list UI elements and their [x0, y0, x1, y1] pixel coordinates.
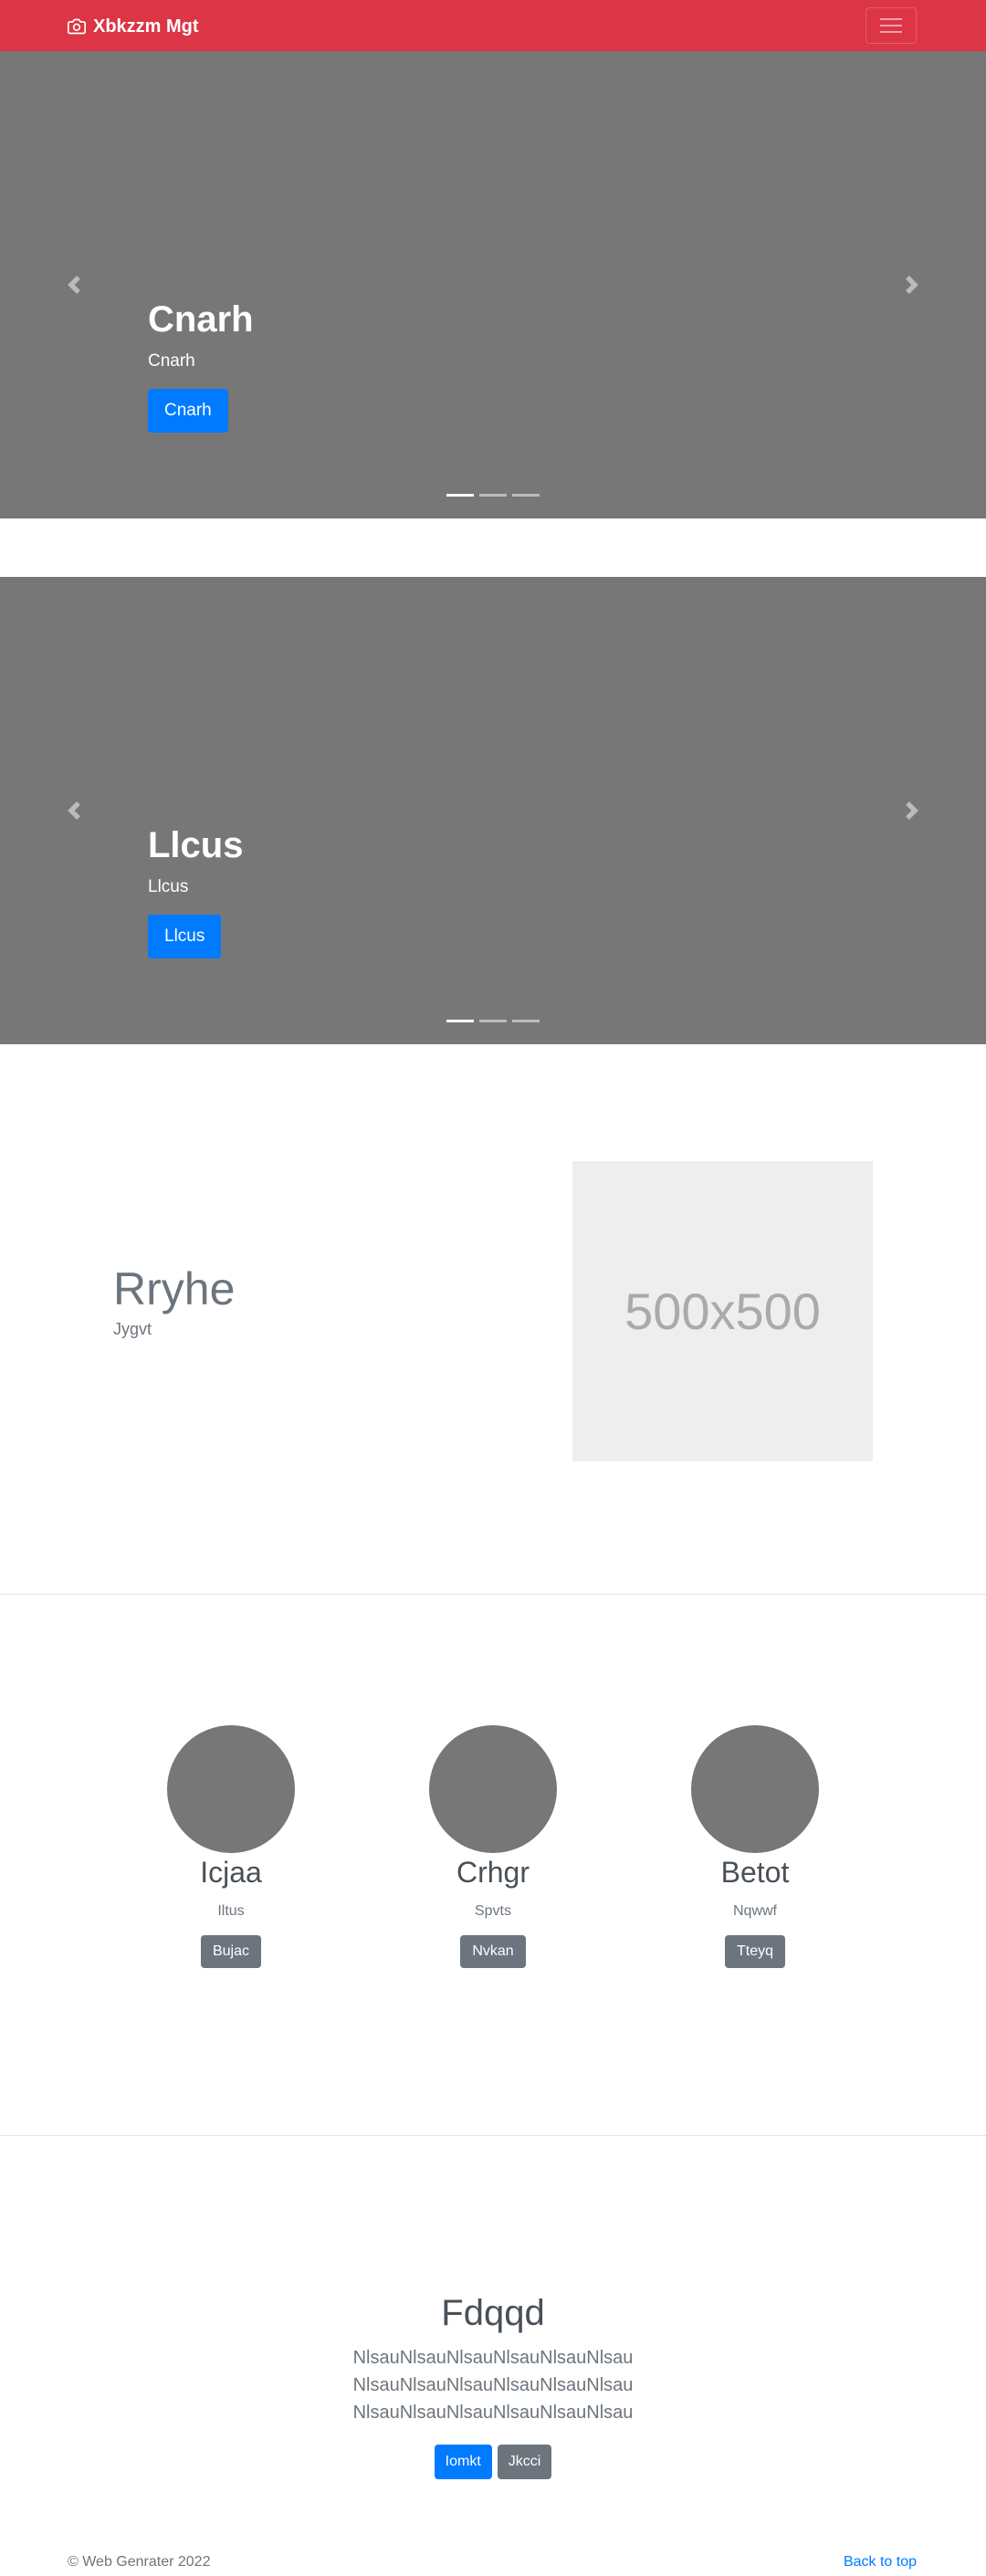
- column-button[interactable]: Nvkan: [460, 1935, 526, 1968]
- footer-copyright: © Web Genrater 2022: [68, 2554, 211, 2570]
- column-heading: Betot: [720, 1856, 790, 1889]
- carousel-heading: Llcus: [148, 825, 244, 865]
- carousel-indicator[interactable]: [479, 1020, 507, 1022]
- avatar: [429, 1725, 557, 1853]
- column-heading: Crhgr: [456, 1856, 530, 1889]
- carousel-cta-button[interactable]: Llcus: [148, 915, 222, 958]
- jumbotron-text: NlsauNlsauNlsauNlsauNlsauNlsau NlsauNlsa…: [352, 2348, 634, 2423]
- hero-carousel-1: Cnarh Cnarh Cnarh: [0, 51, 986, 518]
- carousel-indicators: [0, 494, 986, 497]
- brand-label: Xbkzzm Mgt: [93, 16, 199, 37]
- navbar-brand[interactable]: Xbkzzm Mgt: [68, 14, 199, 39]
- carousel-caption: Cnarh Cnarh Cnarh: [148, 298, 254, 433]
- column-text: Nqwwf: [732, 1903, 777, 1919]
- carousel-text: Cnarh: [148, 351, 195, 371]
- chevron-left-icon: [68, 801, 80, 820]
- carousel-indicators: [0, 1020, 986, 1022]
- avatar: [167, 1725, 295, 1853]
- carousel-heading: Cnarh: [148, 299, 254, 340]
- jumbotron-secondary-button[interactable]: Jkcci: [497, 2445, 552, 2479]
- carousel-next-button[interactable]: [838, 51, 986, 518]
- section-divider: [0, 1594, 986, 1595]
- section-divider: [0, 2135, 986, 2136]
- column-text: Iltus: [217, 1903, 245, 1919]
- navbar-toggler-button[interactable]: [865, 7, 917, 44]
- back-to-top-link[interactable]: Back to top: [844, 2554, 917, 2571]
- marketing-column: Betot Nqwwf Tteyq: [624, 1725, 886, 1968]
- jumbotron-primary-button[interactable]: Iomkt: [434, 2445, 492, 2479]
- jumbotron-buttons: Iomkt Jkcci: [0, 2445, 986, 2479]
- carousel-indicator[interactable]: [446, 494, 474, 497]
- carousel-prev-button[interactable]: [0, 577, 148, 1044]
- avatar: [691, 1725, 819, 1853]
- jumbotron: Fdqqd NlsauNlsauNlsauNlsauNlsauNlsau Nls…: [0, 2291, 986, 2479]
- carousel-caption: Llcus Llcus Llcus: [148, 823, 243, 958]
- chevron-left-icon: [68, 276, 80, 294]
- jumbotron-heading: Fdqqd: [441, 2293, 545, 2333]
- featurette-image: 500x500: [572, 1161, 873, 1461]
- featurette-subtitle: Jygvt: [113, 1320, 152, 1338]
- column-button[interactable]: Tteyq: [724, 1935, 785, 1968]
- featurette-heading: Rryhe: [113, 1263, 236, 1314]
- carousel-indicator[interactable]: [512, 1020, 540, 1022]
- marketing-column: Crhgr Spvts Nvkan: [362, 1725, 624, 1968]
- carousel-cta-button[interactable]: Cnarh: [148, 389, 228, 433]
- column-text: Spvts: [474, 1903, 511, 1919]
- column-button[interactable]: Bujac: [200, 1935, 262, 1968]
- marketing-column: Icjaa Iltus Bujac: [100, 1725, 362, 1968]
- carousel-indicator[interactable]: [446, 1020, 474, 1022]
- camera-icon: [68, 18, 86, 35]
- carousel-prev-button[interactable]: [0, 51, 148, 518]
- column-heading: Icjaa: [200, 1856, 262, 1889]
- hamburger-menu-icon: [880, 18, 902, 33]
- hero-carousel-2: Llcus Llcus Llcus: [0, 577, 986, 1044]
- carousel-indicator[interactable]: [479, 494, 507, 497]
- image-placeholder-label: 500x500: [624, 1283, 821, 1340]
- carousel-indicator[interactable]: [512, 494, 540, 497]
- chevron-right-icon: [906, 801, 918, 820]
- carousel-next-button[interactable]: [838, 577, 986, 1044]
- navbar: Xbkzzm Mgt: [0, 0, 986, 51]
- carousel-text: Llcus: [148, 877, 189, 896]
- chevron-right-icon: [906, 276, 918, 294]
